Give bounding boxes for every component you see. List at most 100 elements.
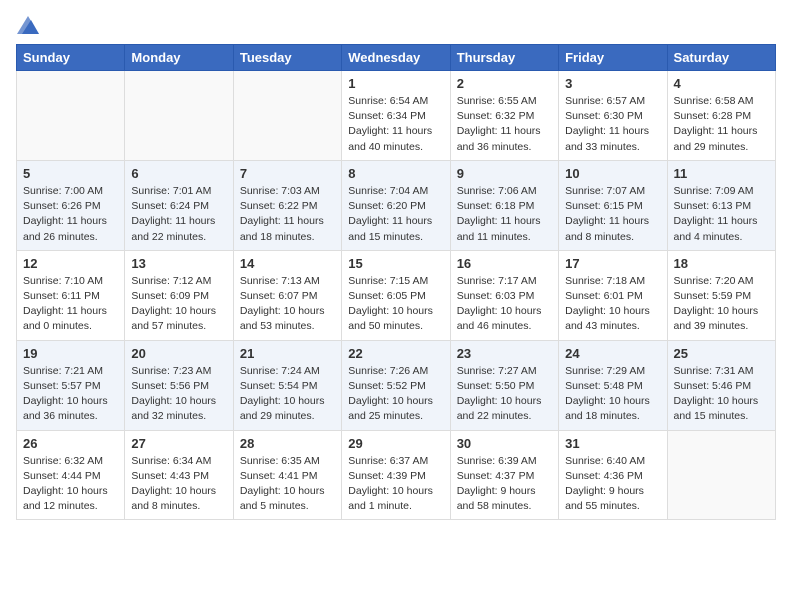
calendar-cell: 12 Sunrise: 7:10 AM Sunset: 6:11 PM Dayli…: [17, 250, 125, 340]
day-info: Sunrise: 7:21 AM Sunset: 5:57 PM Dayligh…: [23, 364, 118, 425]
day-info: Sunrise: 6:39 AM Sunset: 4:37 PM Dayligh…: [457, 454, 552, 515]
day-info: Sunrise: 7:31 AM Sunset: 5:46 PM Dayligh…: [674, 364, 769, 425]
day-info: Sunrise: 7:15 AM Sunset: 6:05 PM Dayligh…: [348, 274, 443, 335]
calendar-cell: 24 Sunrise: 7:29 AM Sunset: 5:48 PM Dayli…: [559, 340, 667, 430]
calendar-cell: 10Sunrise: 7:07 AM Sunset: 6:15 PM Dayli…: [559, 160, 667, 250]
day-info: Sunrise: 7:09 AM Sunset: 6:13 PM Dayligh…: [674, 184, 769, 245]
day-info: Sunrise: 7:18 AM Sunset: 6:01 PM Dayligh…: [565, 274, 660, 335]
day-info: Sunrise: 6:32 AM Sunset: 4:44 PM Dayligh…: [23, 454, 118, 515]
day-number: 27: [131, 436, 226, 451]
page-header: [16, 16, 776, 34]
calendar-cell: 17Sunrise: 7:18 AM Sunset: 6:01 PM Dayli…: [559, 250, 667, 340]
column-header-saturday: Saturday: [667, 45, 775, 71]
day-number: 23: [457, 346, 552, 361]
column-header-thursday: Thursday: [450, 45, 558, 71]
day-info: Sunrise: 7:20 AM Sunset: 5:59 PM Dayligh…: [674, 274, 769, 335]
day-info: Sunrise: 6:57 AM Sunset: 6:30 PM Dayligh…: [565, 94, 660, 155]
calendar-cell: 22 Sunrise: 7:26 AM Sunset: 5:52 PM Dayli…: [342, 340, 450, 430]
calendar-week-row: 12 Sunrise: 7:10 AM Sunset: 6:11 PM Dayli…: [17, 250, 776, 340]
day-number: 4: [674, 76, 769, 91]
calendar-cell: 28 Sunrise: 6:35 AM Sunset: 4:41 PM Dayli…: [233, 430, 341, 520]
day-info: Sunrise: 7:10 AM Sunset: 6:11 PM Dayligh…: [23, 274, 118, 335]
calendar-cell: [17, 71, 125, 161]
day-number: 7: [240, 166, 335, 181]
day-info: Sunrise: 7:01 AM Sunset: 6:24 PM Dayligh…: [131, 184, 226, 245]
day-number: 28: [240, 436, 335, 451]
calendar-cell: 1Sunrise: 6:54 AM Sunset: 6:34 PM Daylig…: [342, 71, 450, 161]
calendar-cell: [233, 71, 341, 161]
calendar-week-row: 1Sunrise: 6:54 AM Sunset: 6:34 PM Daylig…: [17, 71, 776, 161]
day-number: 3: [565, 76, 660, 91]
day-number: 8: [348, 166, 443, 181]
day-number: 22: [348, 346, 443, 361]
day-info: Sunrise: 7:23 AM Sunset: 5:56 PM Dayligh…: [131, 364, 226, 425]
logo: [16, 16, 39, 34]
day-info: Sunrise: 7:17 AM Sunset: 6:03 PM Dayligh…: [457, 274, 552, 335]
calendar-week-row: 19 Sunrise: 7:21 AM Sunset: 5:57 PM Dayli…: [17, 340, 776, 430]
day-number: 13: [131, 256, 226, 271]
day-info: Sunrise: 7:24 AM Sunset: 5:54 PM Dayligh…: [240, 364, 335, 425]
column-header-tuesday: Tuesday: [233, 45, 341, 71]
calendar-cell: 11 Sunrise: 7:09 AM Sunset: 6:13 PM Dayli…: [667, 160, 775, 250]
calendar-cell: 21 Sunrise: 7:24 AM Sunset: 5:54 PM Dayli…: [233, 340, 341, 430]
calendar-cell: 3 Sunrise: 6:57 AM Sunset: 6:30 PM Daylig…: [559, 71, 667, 161]
day-number: 26: [23, 436, 118, 451]
day-number: 12: [23, 256, 118, 271]
calendar-cell: 19 Sunrise: 7:21 AM Sunset: 5:57 PM Dayli…: [17, 340, 125, 430]
day-info: Sunrise: 6:40 AM Sunset: 4:36 PM Dayligh…: [565, 454, 660, 515]
day-info: Sunrise: 7:07 AM Sunset: 6:15 PM Dayligh…: [565, 184, 660, 245]
day-info: Sunrise: 6:37 AM Sunset: 4:39 PM Dayligh…: [348, 454, 443, 515]
day-number: 18: [674, 256, 769, 271]
calendar-cell: 30 Sunrise: 6:39 AM Sunset: 4:37 PM Dayli…: [450, 430, 558, 520]
day-info: Sunrise: 6:34 AM Sunset: 4:43 PM Dayligh…: [131, 454, 226, 515]
calendar-cell: 9 Sunrise: 7:06 AM Sunset: 6:18 PM Daylig…: [450, 160, 558, 250]
calendar-cell: 6 Sunrise: 7:01 AM Sunset: 6:24 PM Daylig…: [125, 160, 233, 250]
calendar-cell: 18 Sunrise: 7:20 AM Sunset: 5:59 PM Dayli…: [667, 250, 775, 340]
day-info: Sunrise: 7:27 AM Sunset: 5:50 PM Dayligh…: [457, 364, 552, 425]
day-number: 15: [348, 256, 443, 271]
day-number: 14: [240, 256, 335, 271]
day-number: 25: [674, 346, 769, 361]
calendar-cell: 27 Sunrise: 6:34 AM Sunset: 4:43 PM Dayli…: [125, 430, 233, 520]
calendar-cell: 7 Sunrise: 7:03 AM Sunset: 6:22 PM Daylig…: [233, 160, 341, 250]
day-number: 21: [240, 346, 335, 361]
calendar-header-row: SundayMondayTuesdayWednesdayThursdayFrid…: [17, 45, 776, 71]
day-info: Sunrise: 7:04 AM Sunset: 6:20 PM Dayligh…: [348, 184, 443, 245]
calendar-cell: 23 Sunrise: 7:27 AM Sunset: 5:50 PM Dayli…: [450, 340, 558, 430]
column-header-wednesday: Wednesday: [342, 45, 450, 71]
calendar-cell: 13Sunrise: 7:12 AM Sunset: 6:09 PM Dayli…: [125, 250, 233, 340]
calendar-cell: 31 Sunrise: 6:40 AM Sunset: 4:36 PM Dayli…: [559, 430, 667, 520]
day-info: Sunrise: 6:58 AM Sunset: 6:28 PM Dayligh…: [674, 94, 769, 155]
calendar-cell: 14 Sunrise: 7:13 AM Sunset: 6:07 PM Dayli…: [233, 250, 341, 340]
calendar-cell: 16 Sunrise: 7:17 AM Sunset: 6:03 PM Dayli…: [450, 250, 558, 340]
day-info: Sunrise: 6:55 AM Sunset: 6:32 PM Dayligh…: [457, 94, 552, 155]
day-number: 20: [131, 346, 226, 361]
calendar-cell: 8 Sunrise: 7:04 AM Sunset: 6:20 PM Daylig…: [342, 160, 450, 250]
column-header-friday: Friday: [559, 45, 667, 71]
calendar-week-row: 5 Sunrise: 7:00 AM Sunset: 6:26 PM Daylig…: [17, 160, 776, 250]
day-number: 11: [674, 166, 769, 181]
day-number: 5: [23, 166, 118, 181]
day-number: 19: [23, 346, 118, 361]
column-header-sunday: Sunday: [17, 45, 125, 71]
day-number: 31: [565, 436, 660, 451]
calendar-cell: 25 Sunrise: 7:31 AM Sunset: 5:46 PM Dayli…: [667, 340, 775, 430]
calendar-cell: 20 Sunrise: 7:23 AM Sunset: 5:56 PM Dayli…: [125, 340, 233, 430]
day-info: Sunrise: 7:29 AM Sunset: 5:48 PM Dayligh…: [565, 364, 660, 425]
day-info: Sunrise: 7:03 AM Sunset: 6:22 PM Dayligh…: [240, 184, 335, 245]
day-info: Sunrise: 7:13 AM Sunset: 6:07 PM Dayligh…: [240, 274, 335, 335]
day-info: Sunrise: 6:54 AM Sunset: 6:34 PM Dayligh…: [348, 94, 443, 155]
logo-icon: [17, 16, 39, 34]
day-number: 24: [565, 346, 660, 361]
day-info: Sunrise: 7:26 AM Sunset: 5:52 PM Dayligh…: [348, 364, 443, 425]
day-number: 16: [457, 256, 552, 271]
day-number: 9: [457, 166, 552, 181]
day-number: 6: [131, 166, 226, 181]
day-number: 30: [457, 436, 552, 451]
day-info: Sunrise: 7:06 AM Sunset: 6:18 PM Dayligh…: [457, 184, 552, 245]
calendar-week-row: 26 Sunrise: 6:32 AM Sunset: 4:44 PM Dayli…: [17, 430, 776, 520]
day-info: Sunrise: 7:00 AM Sunset: 6:26 PM Dayligh…: [23, 184, 118, 245]
day-info: Sunrise: 6:35 AM Sunset: 4:41 PM Dayligh…: [240, 454, 335, 515]
calendar-cell: 26 Sunrise: 6:32 AM Sunset: 4:44 PM Dayli…: [17, 430, 125, 520]
calendar-cell: 15 Sunrise: 7:15 AM Sunset: 6:05 PM Dayli…: [342, 250, 450, 340]
